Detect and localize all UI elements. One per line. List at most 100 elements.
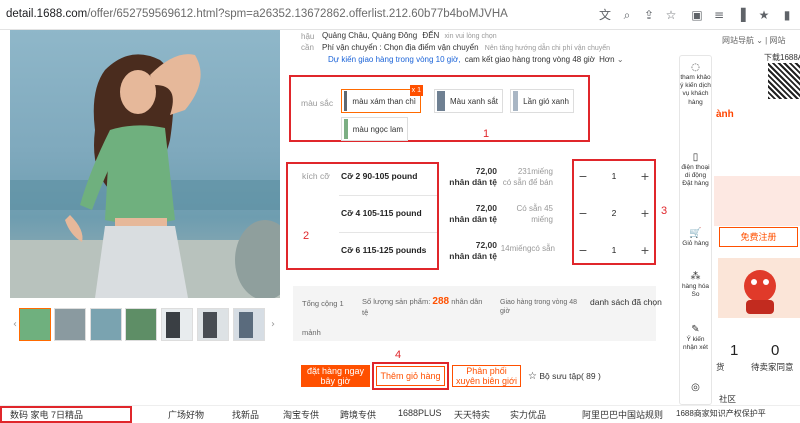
thumb-next-icon[interactable]: › <box>268 310 278 340</box>
footer-link[interactable]: 1688PLUS <box>398 408 442 418</box>
stock-line: có sẵn để bán <box>502 178 553 187</box>
color-label: màu sắc <box>301 98 334 108</box>
shipping-fee-line: Phí vận chuyển : Chọn địa điểm vận chuyể… <box>322 43 610 52</box>
toolbar-label: hàng hóa So <box>681 283 710 299</box>
quantity-value[interactable]: 1 <box>590 245 638 255</box>
selected-count-badge: x 1 <box>409 85 423 96</box>
footer-link[interactable]: 天天特实 <box>454 408 490 421</box>
summary-total: Tổng cộng 1 <box>302 299 344 308</box>
stat-label-2: 待卖家同意 <box>751 362 794 372</box>
size-row-name: Cỡ 6 115-125 pounds <box>341 245 427 255</box>
share-icon[interactable]: ⇪ <box>640 6 658 24</box>
toolbar-compare[interactable]: ⁂ hàng hóa So <box>680 271 711 299</box>
color-option-turquoise[interactable]: màu ngọc lam <box>341 117 408 141</box>
footer-link[interactable]: 广场好物 <box>168 408 204 421</box>
product-qty-value: 288 <box>432 296 450 307</box>
thumb-figure <box>239 312 253 338</box>
collection-link[interactable]: ☆ Bộ sưu tập( 89 ) <box>528 371 601 382</box>
footer-link[interactable]: 实力优品 <box>510 408 546 421</box>
cross-border-button[interactable]: Phân phối xuyên biên giới <box>452 365 521 387</box>
product-qty-unit2: tệ <box>362 308 369 317</box>
color-option-iron-blue[interactable]: Màu xanh sắt <box>434 89 503 113</box>
collection-label: Bộ sưu tập( 89 ) <box>539 371 601 381</box>
address-bar: detail.1688.com/offer/652759569612.html?… <box>0 0 800 30</box>
free-register-button[interactable]: 免费注册 <box>719 227 798 247</box>
minus-icon[interactable]: − <box>576 244 590 257</box>
chevron-down-icon[interactable]: ⌄ <box>617 55 624 64</box>
delivery-line: Dự kiến giao hàng trong vòng 10 giờ, cam… <box>328 55 624 64</box>
community-label: 社区 <box>719 394 737 404</box>
thumbnail[interactable] <box>19 308 51 341</box>
annotation-number-4: 4 <box>395 349 402 361</box>
toolbar-support[interactable]: ◎ <box>680 382 711 394</box>
minus-icon[interactable]: − <box>576 170 590 183</box>
service-toolbar: ◌ tham khảo ý kiến dịch vụ khách hàng ▯ đi… <box>679 55 712 405</box>
size-row-name: Cỡ 4 105-115 pound <box>341 208 422 218</box>
quantity-value[interactable]: 2 <box>590 208 638 218</box>
quantity-stepper[interactable]: −1 + <box>576 168 652 184</box>
color-option-label: màu xám than chì <box>352 96 416 106</box>
size-stock: 14miếngcó sẵn <box>499 243 555 254</box>
add-to-cart-button[interactable]: Thêm giỏ hàng <box>376 366 445 386</box>
price-unit: nhân dân tệ <box>449 214 497 224</box>
bookmark-star-icon[interactable]: ☆ <box>662 6 680 24</box>
footer-link[interactable]: 1688商家知识产权保护平 <box>676 408 766 419</box>
favorite-icon[interactable]: ★ <box>755 6 773 24</box>
extensions-icon[interactable]: ▣ <box>688 6 706 24</box>
size-price: 72,00 nhân dân tệ <box>443 203 497 225</box>
thumbnail[interactable] <box>90 308 122 341</box>
footer-link[interactable]: 跨境专供 <box>340 408 376 421</box>
summary-product-qty: Số lượng sản phẩm: 288 nhân dân <box>362 296 482 307</box>
minus-icon[interactable]: − <box>576 207 590 220</box>
question-icon: ◌ <box>691 62 700 73</box>
toolbar-label: Ý kiến nhận xét <box>683 336 708 352</box>
origin-choose[interactable]: xin vui lòng chọn <box>445 33 497 40</box>
phone-icon: ▯ <box>692 152 699 163</box>
selected-list-link[interactable]: danh sách đã chọn <box>590 297 662 307</box>
site-nav-link[interactable]: 网站导航 ⌄ | 网站 <box>722 35 785 46</box>
quantity-stepper[interactable]: −2 + <box>576 205 652 221</box>
mascot-banner <box>718 258 800 318</box>
toolbar-feedback[interactable]: ✎ Ý kiến nhận xét <box>680 324 711 352</box>
toolbar-mobile-order[interactable]: ▯ điện thoại di động Đặt hàng <box>680 152 711 189</box>
quantity-stepper[interactable]: −1 + <box>576 242 652 258</box>
thumbnail[interactable] <box>125 308 157 341</box>
profile-icon[interactable]: ▮ <box>778 6 796 24</box>
translate-icon[interactable]: 文 <box>596 6 614 24</box>
thumbnail[interactable] <box>54 308 86 341</box>
size-stock: Có sẵn 45 miếng <box>499 203 553 225</box>
color-option-wind-blue[interactable]: Lần gió xanh <box>510 89 574 113</box>
url-field[interactable]: detail.1688.com/offer/652759569612.html?… <box>6 8 508 20</box>
summary-total-unit: mảnh <box>302 328 321 337</box>
color-swatch <box>513 91 519 111</box>
stock-line: 231miếng <box>517 167 553 176</box>
zoom-icon[interactable]: ⌕ <box>618 6 636 24</box>
footer-category[interactable]: 数码 家电 7日精品 <box>10 408 83 421</box>
summary-ship-time: Giao hàng trong vòng 48 <box>500 299 578 306</box>
footer-link[interactable]: 找新品 <box>232 408 259 421</box>
thumb-figure <box>203 312 217 338</box>
footer-link[interactable]: 阿里巴巴中国站规则 <box>582 408 663 421</box>
toolbar-customer-service[interactable]: ◌ tham khảo ý kiến dịch vụ khách hàng <box>680 62 711 107</box>
order-summary <box>293 286 656 341</box>
site-nav-label: 网站导航 <box>722 36 754 45</box>
sidebar-icon[interactable]: ▐ <box>732 6 750 24</box>
shipping-fee-label[interactable]: Phí vận chuyển : Chọn địa điểm vận chuyể… <box>322 43 479 52</box>
playlist-icon[interactable]: ≡ <box>710 6 728 24</box>
size-stock: 231miếng có sẵn để bán <box>499 166 553 188</box>
color-option-graphite[interactable]: màu xám than chì x 1 <box>341 85 423 113</box>
delivery-more[interactable]: Hơn <box>599 55 614 64</box>
toolbar-cart[interactable]: 🛒 Giỏ hàng <box>680 228 711 248</box>
plus-icon[interactable]: + <box>638 207 652 220</box>
quantity-value[interactable]: 1 <box>590 171 638 181</box>
plus-icon[interactable]: + <box>638 244 652 257</box>
product-main-image[interactable] <box>10 30 280 298</box>
footer-link[interactable]: 淘宝专供 <box>283 408 319 421</box>
annotation-number-2: 2 <box>303 230 310 242</box>
stock-line: miếng <box>531 215 553 224</box>
price-value: 72,00 <box>475 240 497 250</box>
order-now-button[interactable]: đặt hàng ngay bây giờ <box>301 365 370 387</box>
url-path: /offer/652759569612.html?spm=a26352.1367… <box>87 8 508 20</box>
stat-number-2: 0 <box>771 342 780 359</box>
plus-icon[interactable]: + <box>638 170 652 183</box>
